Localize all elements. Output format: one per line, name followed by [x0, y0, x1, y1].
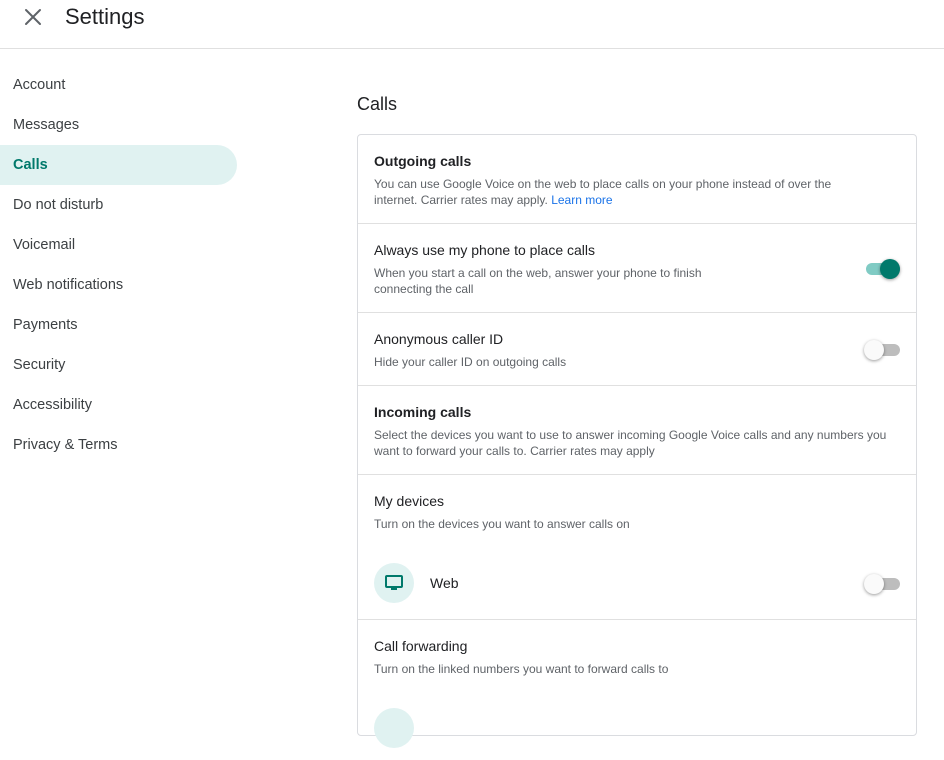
always-use-phone-description: When you start a call on the web, answer…: [374, 265, 874, 297]
sidebar-item-account[interactable]: Account: [0, 65, 237, 105]
forwarding-number-icon-circle: [374, 708, 414, 748]
settings-sidebar: Account Messages Calls Do not disturb Vo…: [0, 65, 237, 465]
sidebar-item-accessibility[interactable]: Accessibility: [0, 385, 237, 425]
always-use-phone-desc-line2: connecting the call: [374, 282, 474, 296]
anonymous-caller-id-description: Hide your caller ID on outgoing calls: [374, 355, 567, 369]
my-devices-description: Turn on the devices you want to answer c…: [374, 517, 630, 531]
web-device-icon-circle: [374, 563, 414, 603]
web-device-label: Web: [430, 575, 459, 591]
outgoing-calls-section: Outgoing calls You can use Google Voice …: [358, 135, 916, 224]
call-forwarding-section: Call forwarding Turn on the linked numbe…: [358, 620, 916, 760]
sidebar-item-payments[interactable]: Payments: [0, 305, 237, 345]
my-devices-section: My devices Turn on the devices you want …: [358, 475, 916, 620]
incoming-calls-title: Incoming calls: [374, 404, 472, 420]
close-button[interactable]: [20, 4, 46, 30]
anonymous-caller-id-toggle[interactable]: [864, 338, 900, 360]
calls-settings-card: Outgoing calls You can use Google Voice …: [357, 134, 917, 748]
call-forwarding-description: Turn on the linked numbers you want to f…: [374, 662, 669, 676]
learn-more-link[interactable]: Learn more: [551, 193, 612, 207]
my-devices-title: My devices: [374, 493, 445, 509]
always-use-phone-desc-line1: When you start a call on the web, answer…: [374, 266, 702, 280]
sidebar-item-web-notifications[interactable]: Web notifications: [0, 265, 237, 305]
top-bar: Settings: [0, 0, 944, 49]
always-use-phone-row: Always use my phone to place calls When …: [358, 224, 916, 313]
toggle-knob: [864, 574, 884, 594]
outgoing-calls-title: Outgoing calls: [374, 153, 472, 169]
close-icon: [25, 9, 41, 25]
sidebar-item-messages[interactable]: Messages: [0, 105, 237, 145]
incoming-calls-section: Incoming calls Select the devices you wa…: [358, 386, 916, 475]
sidebar-item-security[interactable]: Security: [0, 345, 237, 385]
sidebar-item-privacy-terms[interactable]: Privacy & Terms: [0, 425, 237, 465]
sidebar-item-voicemail[interactable]: Voicemail: [0, 225, 237, 265]
web-device-toggle[interactable]: [864, 572, 900, 594]
section-title: Calls: [357, 94, 398, 114]
sidebar-item-do-not-disturb[interactable]: Do not disturb: [0, 185, 237, 225]
always-use-phone-title: Always use my phone to place calls: [374, 242, 595, 258]
anonymous-caller-id-title: Anonymous caller ID: [374, 331, 504, 347]
toggle-knob: [880, 259, 900, 279]
page-title: Settings: [65, 4, 145, 29]
always-use-phone-toggle[interactable]: [864, 257, 900, 279]
sidebar-item-calls[interactable]: Calls: [0, 145, 237, 185]
call-forwarding-title: Call forwarding: [374, 638, 468, 654]
anonymous-caller-id-row: Anonymous caller ID Hide your caller ID …: [358, 313, 916, 386]
toggle-knob: [864, 340, 884, 360]
outgoing-calls-description: You can use Google Voice on the web to p…: [374, 176, 874, 208]
monitor-icon: [385, 575, 403, 590]
incoming-calls-description: Select the devices you want to use to an…: [374, 428, 887, 458]
